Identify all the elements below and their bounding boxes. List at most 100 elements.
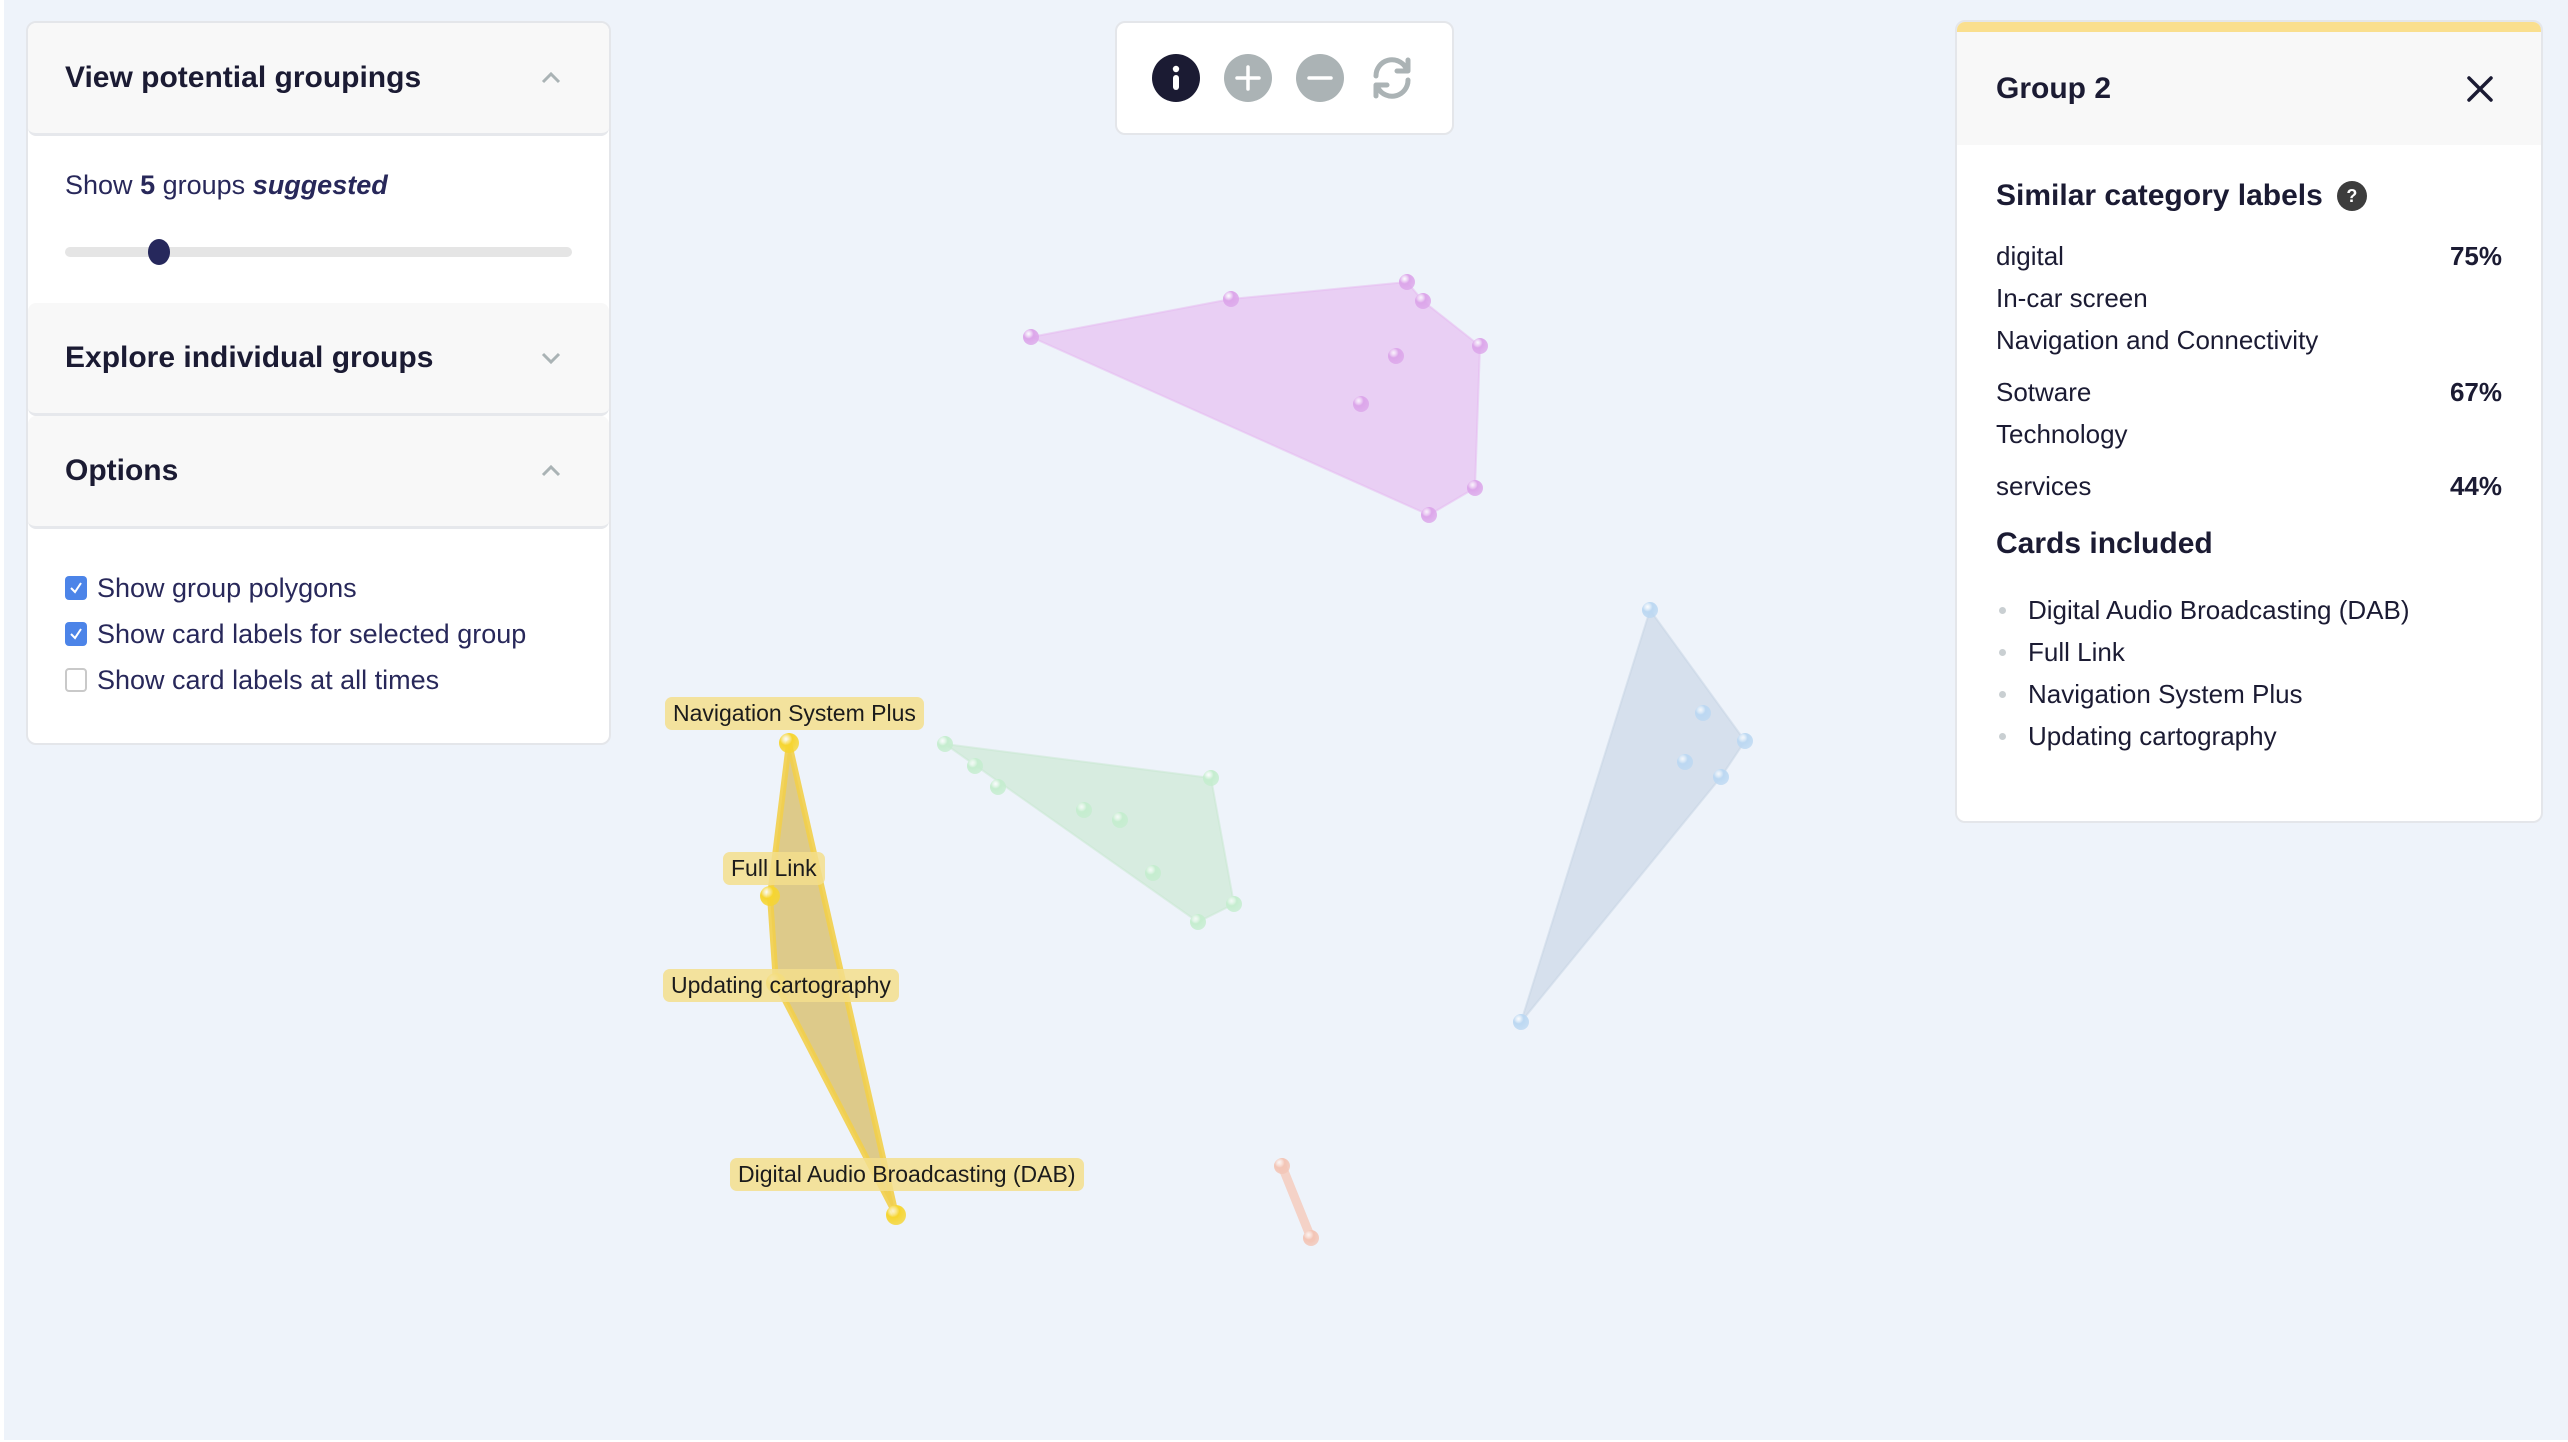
card-node[interactable] [1513, 1014, 1529, 1030]
group-count-text: Show 5 groups suggested [65, 170, 572, 201]
accordion-view-groupings[interactable]: View potential groupings [28, 23, 609, 136]
card-node[interactable] [1076, 802, 1092, 818]
similar-label-row: services 44% [1996, 465, 2502, 507]
card-node[interactable] [1737, 733, 1753, 749]
similar-label-group: Sotware 67% Technology [1996, 371, 2502, 455]
card-node[interactable] [1415, 293, 1431, 309]
similar-label-text: Sotware [1996, 376, 2092, 407]
card-node[interactable] [1642, 602, 1658, 618]
card-node[interactable] [1388, 348, 1404, 364]
card-node[interactable] [1421, 507, 1437, 523]
similar-label-group: digital 75% In-car screen Navigation and Co… [1996, 235, 2502, 361]
suggested-tag: suggested [252, 170, 388, 200]
card-node[interactable] [760, 886, 780, 906]
group-count-slider[interactable] [65, 239, 572, 265]
card-node[interactable] [1226, 896, 1242, 912]
option-show-labels-always[interactable]: Show card labels at all times [65, 657, 572, 703]
card-node[interactable] [1303, 1230, 1319, 1246]
zoom-in-button[interactable] [1224, 54, 1272, 102]
similar-label-text: Technology [1996, 418, 2128, 449]
similar-label-row: In-car screen [1996, 277, 2502, 319]
accordion-title: Options [65, 454, 179, 487]
checkbox[interactable] [65, 576, 87, 600]
card-node[interactable] [967, 758, 983, 774]
card-label[interactable]: Navigation System Plus [665, 697, 924, 730]
similar-label-row: Navigation and Connectivity [1996, 319, 2502, 361]
close-icon[interactable] [2464, 73, 2496, 105]
card-node[interactable] [779, 733, 799, 753]
plus-icon [1235, 65, 1261, 91]
card-node[interactable] [1145, 865, 1161, 881]
card-label[interactable]: Digital Audio Broadcasting (DAB) [730, 1158, 1084, 1191]
help-icon[interactable]: ? [2336, 181, 2367, 211]
option-show-group-polygons[interactable]: Show group polygons [65, 565, 572, 611]
group-detail-panel: Group 2 Similar category labels ? digita… [1955, 20, 2543, 823]
card-node[interactable] [1223, 291, 1239, 307]
slider-thumb[interactable] [148, 239, 171, 265]
option-label: Show card labels at all times [97, 664, 440, 695]
group-orange[interactable] [1274, 1158, 1319, 1246]
card-node[interactable] [1399, 274, 1415, 290]
card-node[interactable] [1353, 396, 1369, 412]
refresh-icon [1373, 57, 1411, 99]
card-label[interactable]: Full Link [723, 852, 825, 885]
accordion-title: Explore individual groups [65, 341, 434, 374]
chevron-up-icon[interactable] [539, 459, 563, 483]
card-name: Digital Audio Broadcasting (DAB) [2028, 594, 2410, 625]
card-node[interactable] [990, 779, 1006, 795]
option-show-labels-selected[interactable]: Show card labels for selected group [65, 611, 572, 657]
group-polygon[interactable] [1277, 1161, 1316, 1243]
accordion-title: View potential groupings [65, 61, 422, 94]
chevron-down-icon[interactable] [539, 346, 563, 370]
card-name: Navigation System Plus [2028, 678, 2303, 709]
similar-labels-list: digital 75% In-car screen Navigation and Co… [1996, 235, 2502, 507]
group-detail-header: Group 2 [1957, 32, 2541, 145]
card-node[interactable] [1695, 705, 1711, 721]
card-node[interactable] [1112, 812, 1128, 828]
card-list-item[interactable]: Digital Audio Broadcasting (DAB) [1996, 589, 2502, 631]
info-button[interactable] [1152, 54, 1200, 102]
bullet-icon [1999, 732, 2006, 740]
card-node[interactable] [1203, 770, 1219, 786]
group-polygon[interactable] [1030, 281, 1481, 516]
group-purple[interactable] [1023, 274, 1488, 523]
checkbox[interactable] [65, 668, 87, 692]
similar-label-row: Sotware 67% [1996, 371, 2502, 413]
similar-label-text: services [1996, 470, 2092, 501]
similarity-percent: 67% [2449, 376, 2502, 407]
similar-label-row: digital 75% [1996, 235, 2502, 277]
similar-labels-heading: Similar category labels ? [1996, 179, 2502, 213]
card-node[interactable] [1190, 914, 1206, 930]
slider-track[interactable] [65, 247, 572, 257]
card-node[interactable] [886, 1205, 906, 1225]
card-list-item[interactable]: Updating cartography [1996, 715, 2502, 757]
group-color-accent [1957, 22, 2541, 32]
cards-included-list: Digital Audio Broadcasting (DAB) Full Lin… [1996, 589, 2502, 757]
chevron-up-icon[interactable] [539, 66, 563, 90]
cards-included-title: Cards included [1996, 527, 2213, 560]
checkbox[interactable] [65, 622, 87, 646]
card-list-item[interactable]: Full Link [1996, 631, 2502, 673]
card-node[interactable] [1467, 480, 1483, 496]
card-node[interactable] [1677, 754, 1693, 770]
group-green[interactable] [937, 736, 1242, 930]
card-node[interactable] [937, 736, 953, 752]
accordion-options[interactable]: Options [28, 416, 609, 529]
left-control-panel: View potential groupings Show 5 groups s… [26, 21, 611, 745]
card-label[interactable]: Updating cartography [663, 969, 899, 1002]
group-polygon[interactable] [944, 743, 1235, 923]
zoom-out-button[interactable] [1296, 54, 1344, 102]
groups-word: groups [162, 170, 246, 200]
reset-view-button[interactable] [1368, 54, 1416, 102]
view-toolbar [1115, 21, 1454, 135]
card-node[interactable] [1472, 338, 1488, 354]
card-node[interactable] [1713, 769, 1729, 785]
card-node[interactable] [1274, 1158, 1290, 1174]
accordion-explore-groups[interactable]: Explore individual groups [28, 303, 609, 416]
group-polygon[interactable] [1520, 609, 1746, 1023]
info-icon [1172, 65, 1180, 90]
card-list-item[interactable]: Navigation System Plus [1996, 673, 2502, 715]
card-node[interactable] [1023, 329, 1039, 345]
group-blue[interactable] [1513, 602, 1753, 1030]
checkmark-icon [70, 582, 82, 594]
